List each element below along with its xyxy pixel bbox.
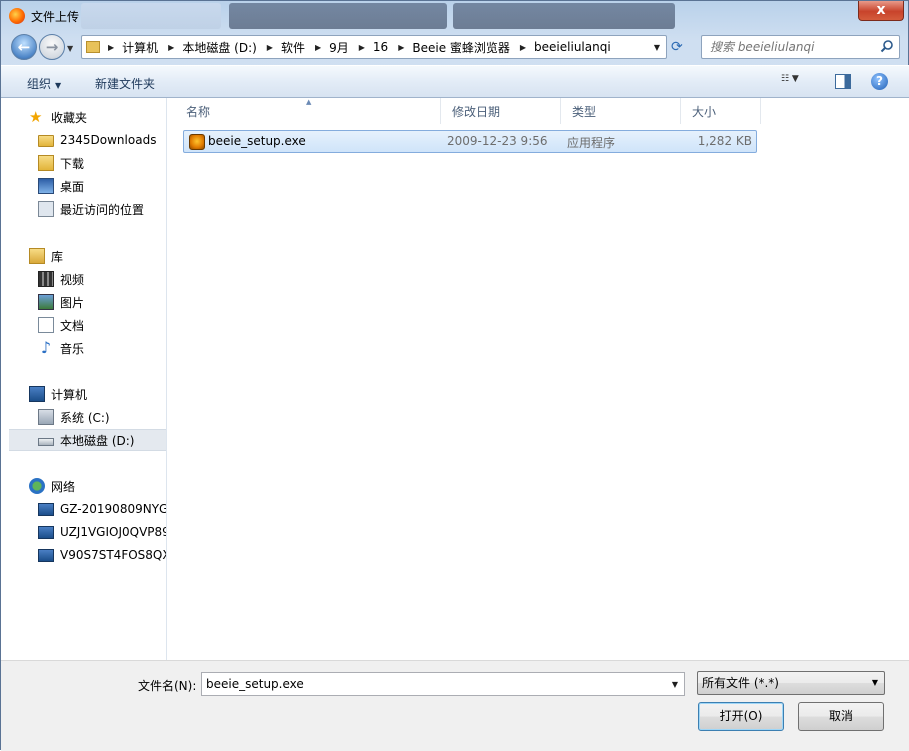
search-input[interactable]: [702, 36, 872, 58]
sidebar-item-desktop[interactable]: 桌面: [1, 175, 166, 197]
file-size: 1,282 KB: [697, 134, 752, 148]
filename-label: 文件名(N):: [138, 679, 197, 693]
music-note-icon: ♪: [40, 338, 52, 357]
document-icon: [38, 317, 54, 333]
breadcrumb-item[interactable]: 软件: [281, 39, 305, 56]
file-name: beeie_setup.exe: [208, 134, 306, 148]
chevron-right-icon[interactable]: ▶: [398, 43, 404, 52]
navigation-bar: ← → ▼ ▶ 计算机 ▶ 本地磁盘 (D:) ▶ 软件 ▶ 9月 ▶ 16 ▶…: [1, 31, 909, 63]
network-computer-icon: [38, 502, 54, 516]
network-icon: [29, 478, 45, 494]
breadcrumb-item[interactable]: 本地磁盘 (D:): [182, 39, 256, 56]
organize-label: 组织: [27, 77, 52, 91]
address-bar[interactable]: ▶ 计算机 ▶ 本地磁盘 (D:) ▶ 软件 ▶ 9月 ▶ 16 ▶ Beeie…: [81, 35, 667, 59]
back-button[interactable]: ←: [11, 34, 37, 60]
background-tab: [229, 3, 447, 29]
chevron-right-icon[interactable]: ▶: [520, 43, 526, 52]
chevron-right-icon[interactable]: ▶: [108, 43, 114, 52]
sidebar-header-computer[interactable]: 计算机: [1, 383, 166, 405]
library-icon: [29, 248, 45, 264]
sidebar-item-downloads[interactable]: 下载: [1, 152, 166, 174]
dialog-body: ★ 收藏夹 2345Downloads 下载 桌面 最近访问的位置 库 视频 图片…: [1, 98, 909, 660]
desktop-icon: [38, 178, 54, 194]
preview-pane-icon[interactable]: [835, 74, 851, 89]
sidebar-item-network-pc[interactable]: V90S7ST4FOS8QXT: [1, 544, 166, 566]
hard-drive-icon: [38, 438, 54, 446]
downloads-folder-icon: [38, 155, 54, 171]
breadcrumb-item[interactable]: 9月: [329, 39, 349, 56]
file-list-pane: 名称 ▲ 修改日期 类型 大小 beeie_setup.exe 2009-12-…: [168, 98, 909, 660]
view-options-icon[interactable]: ☷ ▼: [781, 74, 809, 90]
refresh-icon[interactable]: ⟳: [671, 39, 687, 55]
breadcrumb-item[interactable]: beeieliulanqi: [534, 40, 611, 54]
picture-icon: [38, 294, 54, 310]
breadcrumb-item[interactable]: Beeie 蜜蜂浏览器: [412, 39, 510, 56]
address-dropdown-icon[interactable]: ▼: [654, 43, 660, 52]
file-modified: 2009-12-23 9:56: [447, 134, 548, 148]
network-computer-icon: [38, 525, 54, 539]
background-tab: [81, 3, 221, 29]
chevron-right-icon[interactable]: ▶: [168, 43, 174, 52]
system-drive-icon: [38, 409, 54, 425]
navigation-pane: ★ 收藏夹 2345Downloads 下载 桌面 最近访问的位置 库 视频 图片…: [1, 98, 167, 660]
folder-icon: [38, 135, 54, 147]
file-upload-dialog: 文件上传 x ← → ▼ ▶ 计算机 ▶ 本地磁盘 (D:) ▶ 软件 ▶ 9月…: [0, 0, 909, 751]
chevron-down-icon[interactable]: ▼: [672, 680, 678, 689]
column-header-modified[interactable]: 修改日期: [441, 98, 561, 124]
computer-icon: [29, 386, 45, 402]
sidebar-item-network-pc[interactable]: UZJ1VGIOJ0QVP89: [1, 521, 166, 543]
command-bar: 组织 ▼ 新建文件夹 ☷ ▼ ?: [1, 65, 909, 98]
sidebar-header-libraries[interactable]: 库: [1, 245, 166, 267]
breadcrumb-item[interactable]: 16: [373, 40, 388, 54]
sidebar-header-favorites[interactable]: ★ 收藏夹: [1, 106, 166, 128]
open-button[interactable]: 打开(O): [698, 702, 784, 731]
filename-combobox[interactable]: ▼: [201, 672, 685, 696]
network-computer-icon: [38, 548, 54, 562]
filetype-value: 所有文件 (*.*): [702, 676, 779, 690]
chevron-down-icon: ▼: [55, 81, 62, 90]
folder-icon: [86, 41, 100, 53]
chevron-down-icon: ▼: [871, 678, 878, 687]
dialog-footer: 文件名(N): ▼ 所有文件 (*.*) ▼ 打开(O) 取消: [1, 660, 909, 751]
sidebar-item-2345downloads[interactable]: 2345Downloads: [1, 129, 166, 151]
sidebar-item-system-drive[interactable]: 系统 (C:): [1, 406, 166, 428]
firefox-icon: [9, 8, 25, 24]
bee-app-icon: [189, 134, 205, 150]
chevron-right-icon[interactable]: ▶: [359, 43, 365, 52]
sidebar-header-network[interactable]: 网络: [1, 475, 166, 497]
video-icon: [38, 271, 54, 287]
sidebar-item-music[interactable]: ♪ 音乐: [1, 337, 166, 359]
sidebar-item-videos[interactable]: 视频: [1, 268, 166, 290]
sidebar-item-local-disk-d[interactable]: 本地磁盘 (D:): [9, 429, 166, 451]
breadcrumb-item[interactable]: 计算机: [122, 39, 158, 56]
sort-ascending-icon: ▲: [306, 98, 312, 106]
sidebar-item-network-pc[interactable]: GZ-20190809NYGZ: [1, 498, 166, 520]
recent-pages-dropdown-icon[interactable]: ▼: [67, 44, 73, 53]
chevron-right-icon[interactable]: ▶: [267, 43, 273, 52]
background-tab: [453, 3, 675, 29]
window-title: 文件上传: [31, 10, 80, 24]
filename-input[interactable]: [202, 674, 652, 694]
cancel-button[interactable]: 取消: [798, 702, 884, 731]
new-folder-button[interactable]: 新建文件夹: [95, 75, 155, 92]
sidebar-item-recent-places[interactable]: 最近访问的位置: [1, 198, 166, 220]
organize-button[interactable]: 组织 ▼: [27, 75, 61, 92]
chevron-right-icon[interactable]: ▶: [315, 43, 321, 52]
forward-button[interactable]: →: [39, 34, 65, 60]
column-header-type[interactable]: 类型: [561, 98, 681, 124]
title-bar: 文件上传 x: [1, 1, 909, 31]
sidebar-item-documents[interactable]: 文档: [1, 314, 166, 336]
search-icon[interactable]: [880, 39, 894, 53]
column-header-size[interactable]: 大小: [681, 98, 761, 124]
close-button[interactable]: x: [858, 1, 904, 21]
help-icon[interactable]: ?: [871, 73, 888, 90]
breadcrumb: ▶ 计算机 ▶ 本地磁盘 (D:) ▶ 软件 ▶ 9月 ▶ 16 ▶ Beeie…: [104, 39, 611, 56]
recent-places-icon: [38, 201, 54, 217]
file-row-selected[interactable]: beeie_setup.exe 2009-12-23 9:56 应用程序 1,2…: [183, 130, 757, 153]
sidebar-item-pictures[interactable]: 图片: [1, 291, 166, 313]
search-box[interactable]: [701, 35, 900, 59]
file-type: 应用程序: [567, 136, 616, 150]
star-icon: ★: [29, 108, 43, 126]
filetype-select[interactable]: 所有文件 (*.*) ▼: [697, 671, 885, 695]
